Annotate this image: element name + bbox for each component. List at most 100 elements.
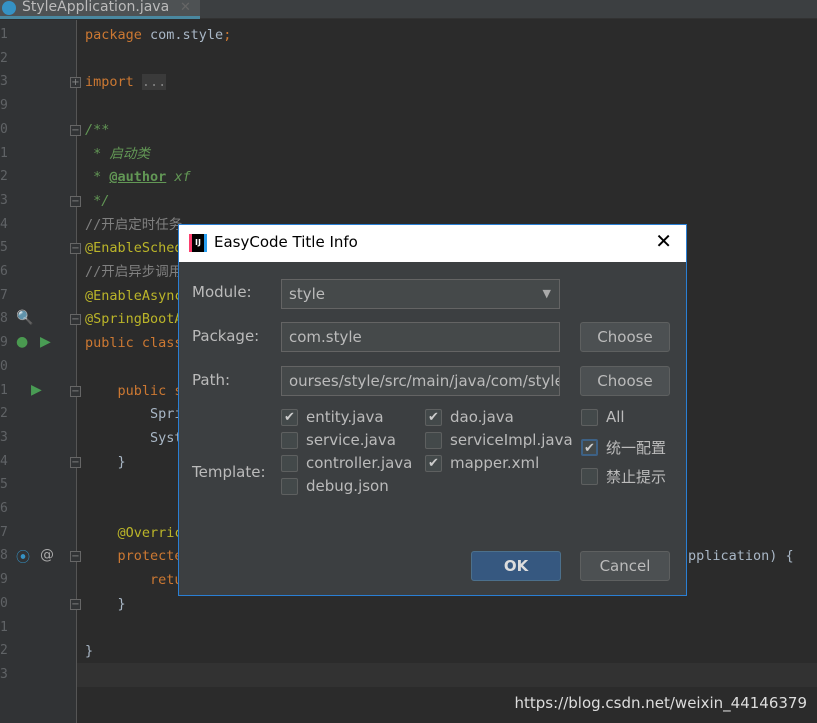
- line-number: 2: [0, 169, 8, 185]
- easycode-dialog: IJ EasyCode Title Info ✕ Module: style ▼ …: [178, 224, 687, 596]
- tab-style-application[interactable]: StyleApplication.java ✕: [0, 0, 200, 19]
- path-input[interactable]: ourses/style/src/main/java/com/style: [281, 366, 560, 396]
- module-select[interactable]: style ▼: [281, 279, 560, 309]
- line-number: 2: [0, 643, 8, 659]
- fold-toggle-icon[interactable]: −: [70, 124, 81, 136]
- line-number: 5: [0, 240, 8, 256]
- line-number: 4: [0, 216, 8, 232]
- checkbox-checked-icon[interactable]: ✔: [425, 454, 442, 472]
- checkbox-label: dao.java: [450, 408, 514, 426]
- ok-button[interactable]: OK: [471, 551, 561, 581]
- package-label: Package:: [192, 327, 260, 345]
- override-icon[interactable]: ⦿: [16, 547, 30, 567]
- close-dialog-icon[interactable]: ✕: [655, 229, 672, 253]
- line-number: 8: [0, 548, 8, 564]
- annotation-icon[interactable]: @: [40, 547, 54, 563]
- code-token: ;: [223, 27, 232, 43]
- checkbox-label: debug.json: [306, 477, 389, 495]
- code-line: */: [85, 189, 109, 213]
- code-line: Spri: [85, 402, 183, 426]
- package-input[interactable]: com.style: [281, 322, 560, 352]
- choose-path-button[interactable]: Choose: [580, 366, 670, 396]
- checkbox-label: All: [606, 408, 625, 426]
- run-icon[interactable]: ▶: [31, 382, 42, 398]
- code-line: retu: [85, 568, 183, 592]
- fold-toggle-icon[interactable]: −: [70, 243, 81, 255]
- fold-toggle-icon[interactable]: +: [70, 77, 81, 89]
- code-line: //开启异步调用: [85, 260, 182, 284]
- code-token: }: [85, 643, 94, 660]
- option-all[interactable]: All: [581, 408, 625, 426]
- fold-toggle-icon[interactable]: −: [70, 314, 81, 326]
- code-line: @EnableAsync: [85, 284, 183, 308]
- checkbox-icon[interactable]: [425, 431, 442, 449]
- fold-toggle-icon[interactable]: −: [70, 195, 81, 207]
- template-mapper-xml[interactable]: ✔ mapper.xml: [425, 454, 539, 472]
- dialog-title: EasyCode Title Info: [214, 233, 358, 251]
- line-number: 1: [0, 27, 8, 42]
- fold-toggle-icon[interactable]: −: [70, 385, 81, 397]
- code-line: import ...: [85, 70, 167, 94]
- code-line: }: [85, 592, 126, 616]
- line-number: 1: [0, 145, 8, 161]
- checkbox-icon[interactable]: [581, 408, 598, 426]
- checkbox-icon[interactable]: [281, 477, 298, 495]
- code-line: Syst: [85, 426, 183, 450]
- checkbox-icon[interactable]: [281, 454, 298, 472]
- code-line: @Overric: [85, 521, 183, 545]
- fold-toggle-icon[interactable]: −: [70, 598, 81, 610]
- code-token: package: [85, 27, 151, 43]
- code-token: com.style: [150, 27, 224, 43]
- line-number: 8: [0, 311, 8, 327]
- code-line: protecte: [85, 544, 183, 568]
- line-number: 0: [0, 121, 8, 137]
- code-token: Syst: [85, 429, 183, 446]
- code-line: package com.style;: [85, 23, 231, 47]
- choose-package-button[interactable]: Choose: [580, 322, 670, 352]
- line-number: 9: [0, 572, 8, 588]
- gutter: [0, 20, 77, 723]
- template-debug-json[interactable]: debug.json: [281, 477, 389, 495]
- close-tab-icon[interactable]: ✕: [180, 0, 191, 15]
- template-entity-java[interactable]: ✔ entity.java: [281, 408, 384, 426]
- code-token: public class: [85, 335, 183, 352]
- line-number: 3: [0, 192, 8, 208]
- line-number: 1: [0, 382, 8, 398]
- fold-toggle-icon[interactable]: −: [70, 456, 81, 468]
- checkbox-checked-icon[interactable]: ✔: [281, 408, 298, 426]
- spring-bean-icon[interactable]: 🔍: [16, 310, 33, 326]
- code-line: //开启定时任务: [85, 213, 182, 237]
- line-number: 0: [0, 595, 8, 611]
- option-disable-prompt[interactable]: 禁止提示: [581, 466, 666, 487]
- code-line: }: [85, 639, 93, 663]
- checkbox-label: entity.java: [306, 408, 384, 426]
- cancel-button[interactable]: Cancel: [580, 551, 670, 581]
- template-controller-java[interactable]: controller.java: [281, 454, 412, 472]
- template-dao-java[interactable]: ✔ dao.java: [425, 408, 514, 426]
- run-icon[interactable]: ▶: [40, 334, 51, 350]
- code-line: /**: [85, 118, 109, 142]
- code-token: retu: [85, 572, 183, 589]
- code-token: @Overric: [85, 524, 183, 541]
- template-service-java[interactable]: service.java: [281, 431, 396, 449]
- code-token: }: [85, 595, 126, 612]
- template-serviceImpl-java[interactable]: serviceImpl.java: [425, 431, 573, 449]
- checkbox-checked-icon[interactable]: ✔: [425, 408, 442, 426]
- checkbox-icon[interactable]: [581, 468, 598, 485]
- module-label: Module:: [192, 283, 252, 301]
- line-number: 6: [0, 264, 8, 279]
- line-number: 9: [0, 335, 8, 351]
- path-label: Path:: [192, 371, 231, 389]
- checkbox-icon[interactable]: [281, 431, 298, 449]
- line-number: 7: [0, 524, 8, 540]
- option-unified-config[interactable]: ✔ 统一配置: [581, 437, 666, 458]
- code-token: protecte: [85, 548, 183, 565]
- code-token: pplication) {: [688, 548, 794, 565]
- code-token: ...: [141, 74, 167, 91]
- current-line-highlight: [77, 663, 817, 687]
- spring-run-icon[interactable]: ●: [16, 334, 28, 350]
- line-number: 0: [0, 358, 8, 374]
- code-line: @EnableSched: [85, 236, 183, 260]
- fold-toggle-icon[interactable]: −: [70, 551, 81, 563]
- checkbox-checked-icon[interactable]: ✔: [581, 439, 598, 456]
